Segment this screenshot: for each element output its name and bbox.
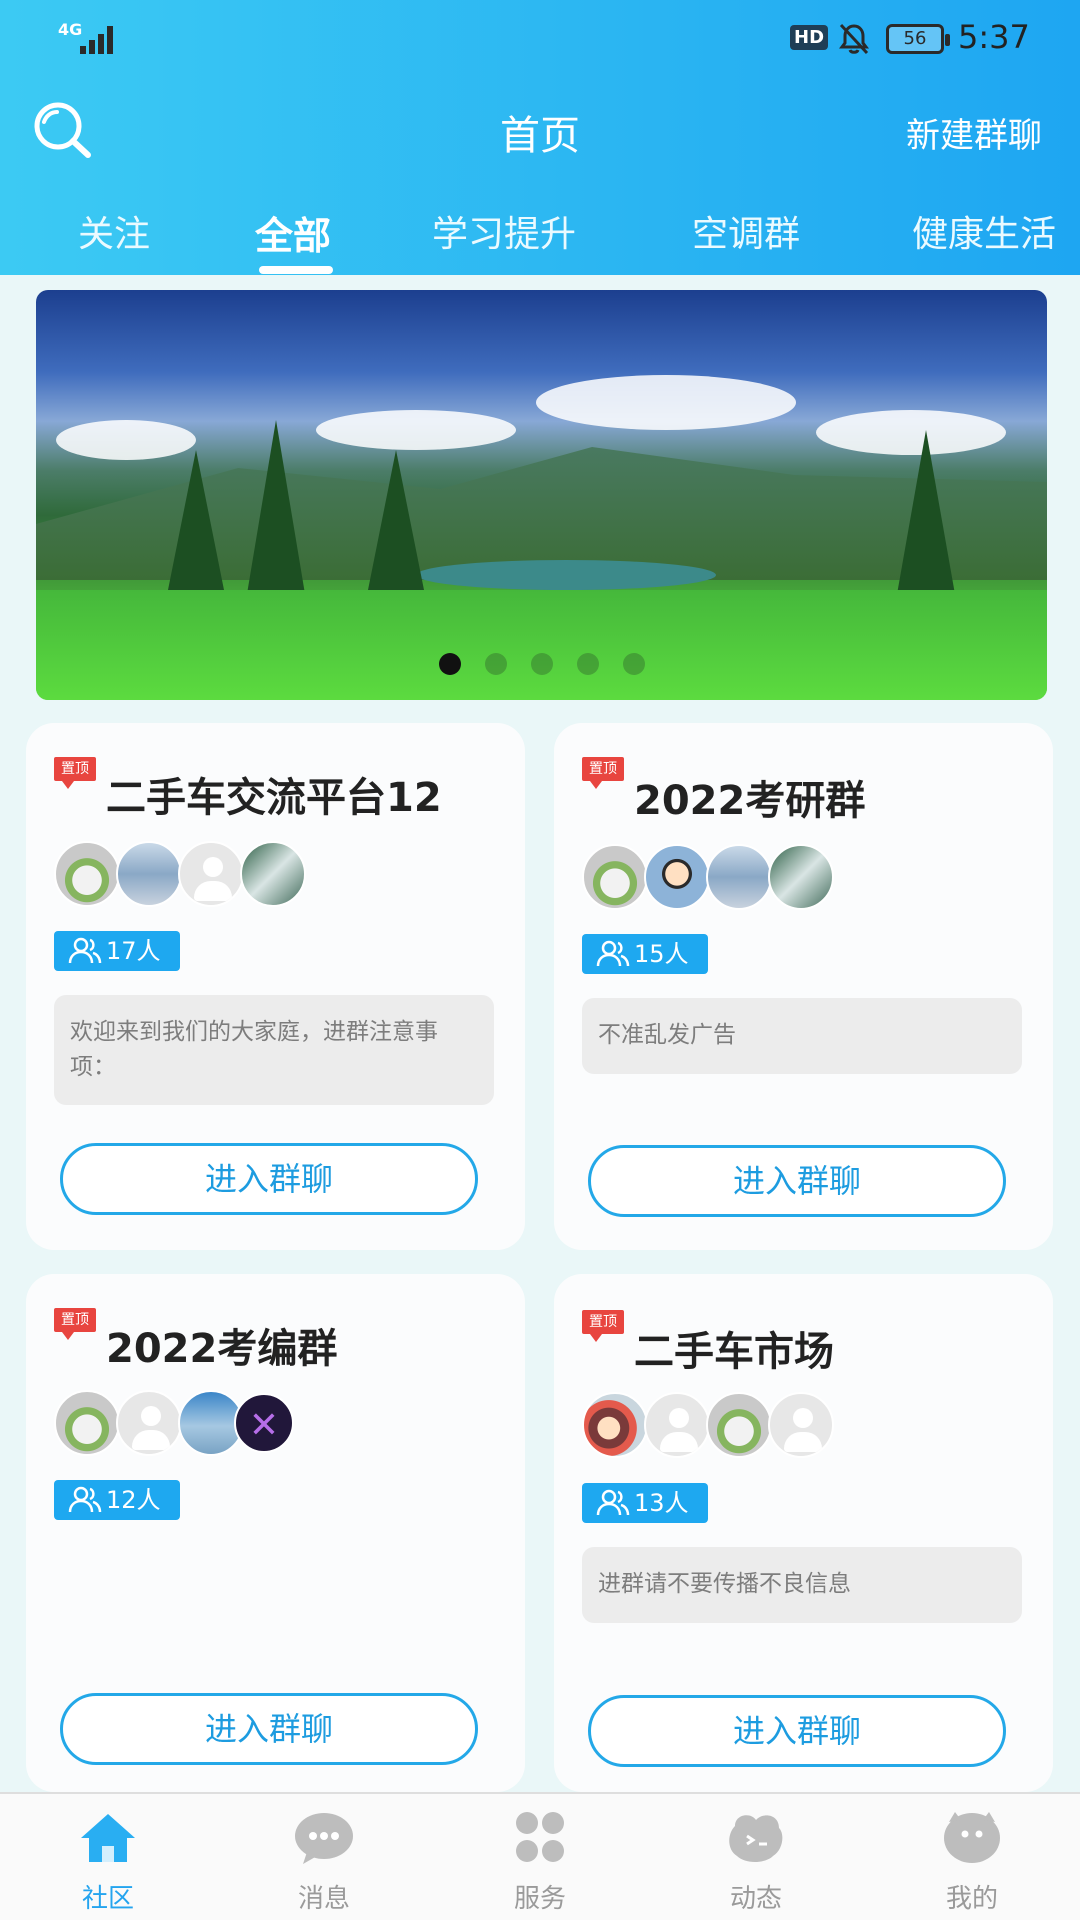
avatar xyxy=(178,841,244,907)
banner-tree xyxy=(166,450,226,600)
carousel-dot[interactable] xyxy=(530,653,553,675)
carousel-dot[interactable] xyxy=(576,653,599,675)
status-bar: 4G HD 56 5:37 xyxy=(0,0,1080,80)
avatar xyxy=(116,1390,182,1456)
tab-follow[interactable]: 关注 xyxy=(78,205,150,257)
avatar xyxy=(706,1392,772,1458)
carousel-dot[interactable] xyxy=(484,653,507,675)
group-notice: 不准乱发广告 xyxy=(582,998,1022,1074)
signal-indicator: 4G xyxy=(58,20,113,54)
banner-carousel[interactable] xyxy=(36,290,1047,700)
banner-tree xyxy=(896,430,956,600)
dynamic-icon xyxy=(729,1815,783,1862)
avatar xyxy=(54,1390,120,1456)
pinned-badge: 置顶 xyxy=(54,1308,96,1340)
group-card[interactable]: 置顶 2022考研群 15人 不准乱发广告 进入群聊 xyxy=(554,723,1053,1250)
banner-cloud xyxy=(316,410,516,450)
group-card[interactable]: 置顶 二手车市场 13人 进群请不要传播不良信息 进入群聊 xyxy=(554,1274,1053,1792)
group-card[interactable]: 置顶 2022考编群 ✕ 12人 进入群聊 xyxy=(26,1274,525,1792)
member-count: 12人 xyxy=(106,1486,161,1514)
avatar xyxy=(582,1392,648,1458)
tab-air-conditioning[interactable]: 空调群 xyxy=(692,205,800,257)
nav-label: 消息 xyxy=(297,1884,350,1914)
avatar xyxy=(706,844,772,910)
member-count: 17人 xyxy=(106,937,161,965)
nav-label: 我的 xyxy=(945,1884,998,1914)
nav-label: 社区 xyxy=(81,1884,134,1914)
signal-bars-icon xyxy=(80,26,120,54)
avatar xyxy=(644,844,710,910)
nav-messages[interactable]: 消息 xyxy=(216,1794,432,1920)
avatar xyxy=(644,1392,710,1458)
nav-profile[interactable]: 我的 xyxy=(864,1794,1080,1920)
group-title: 二手车市场 xyxy=(634,1329,834,1375)
pinned-badge: 置顶 xyxy=(582,1310,624,1342)
avatar xyxy=(54,841,120,907)
new-group-button[interactable]: 新建群聊 xyxy=(906,108,1042,157)
group-card[interactable]: 置顶 二手车交流平台12 17人 欢迎来到我们的大家庭，进群注意事项： 进入群聊 xyxy=(26,723,525,1250)
category-tabs: 关注 全部 学习提升 空调群 健康生活 xyxy=(0,205,1080,265)
avatar xyxy=(240,841,306,907)
nav-community[interactable]: 社区 xyxy=(0,1794,216,1920)
enter-group-button[interactable]: 进入群聊 xyxy=(588,1145,1006,1217)
member-count: 15人 xyxy=(634,940,689,968)
carousel-dots xyxy=(36,653,1047,679)
network-type: 4G xyxy=(58,20,83,39)
tab-study[interactable]: 学习提升 xyxy=(432,205,576,257)
home-icon xyxy=(81,1814,135,1862)
carousel-dot[interactable] xyxy=(622,653,645,675)
enter-group-button[interactable]: 进入群聊 xyxy=(588,1695,1006,1767)
avatar: ✕ xyxy=(234,1393,294,1453)
group-title: 二手车交流平台12 xyxy=(106,775,442,821)
avatar xyxy=(582,844,648,910)
group-title: 2022考编群 xyxy=(106,1326,338,1372)
tab-health[interactable]: 健康生活 xyxy=(912,205,1056,257)
nav-dynamics[interactable]: 动态 xyxy=(648,1794,864,1920)
member-count-badge: 12人 xyxy=(54,1480,180,1520)
nav-label: 服务 xyxy=(513,1884,566,1914)
chat-icon xyxy=(295,1813,353,1864)
banner-grass xyxy=(36,590,1047,700)
member-count-badge: 15人 xyxy=(582,934,708,974)
users-icon xyxy=(596,1489,630,1516)
clock: 5:37 xyxy=(958,18,1030,56)
member-count-badge: 13人 xyxy=(582,1483,708,1523)
group-title: 2022考研群 xyxy=(634,778,866,824)
avatar xyxy=(116,841,182,907)
group-notice: 欢迎来到我们的大家庭，进群注意事项： xyxy=(54,995,494,1105)
users-icon xyxy=(68,937,102,964)
member-count-badge: 17人 xyxy=(54,931,180,971)
pinned-badge: 置顶 xyxy=(582,757,624,789)
bottom-navigation: 社区 消息 服务 动态 我的 xyxy=(0,1792,1080,1920)
enter-group-button[interactable]: 进入群聊 xyxy=(60,1143,478,1215)
users-icon xyxy=(68,1486,102,1513)
nav-label: 动态 xyxy=(729,1884,782,1914)
hd-badge: HD xyxy=(790,25,829,50)
banner-cloud xyxy=(536,375,796,430)
profile-icon xyxy=(944,1812,1000,1863)
banner-tree xyxy=(366,450,426,600)
banner-lake xyxy=(416,560,716,590)
active-tab-indicator xyxy=(259,266,333,274)
banner-tree xyxy=(246,420,306,600)
battery-indicator: 56 xyxy=(886,24,950,54)
avatar xyxy=(768,1392,834,1458)
users-icon xyxy=(596,940,630,967)
nav-services[interactable]: 服务 xyxy=(432,1794,648,1920)
clover-icon xyxy=(516,1812,564,1862)
carousel-dot[interactable] xyxy=(438,653,461,675)
group-notice: 进群请不要传播不良信息 xyxy=(582,1547,1022,1623)
pinned-badge: 置顶 xyxy=(54,757,96,789)
member-count: 13人 xyxy=(634,1489,689,1517)
tab-all[interactable]: 全部 xyxy=(255,205,331,260)
header: 4G HD 56 5:37 首页 新建群聊 关注 全部 学习提升 空调群 健康生… xyxy=(0,0,1080,275)
enter-group-button[interactable]: 进入群聊 xyxy=(60,1693,478,1765)
avatar xyxy=(768,844,834,910)
mute-bell-icon xyxy=(839,23,869,55)
